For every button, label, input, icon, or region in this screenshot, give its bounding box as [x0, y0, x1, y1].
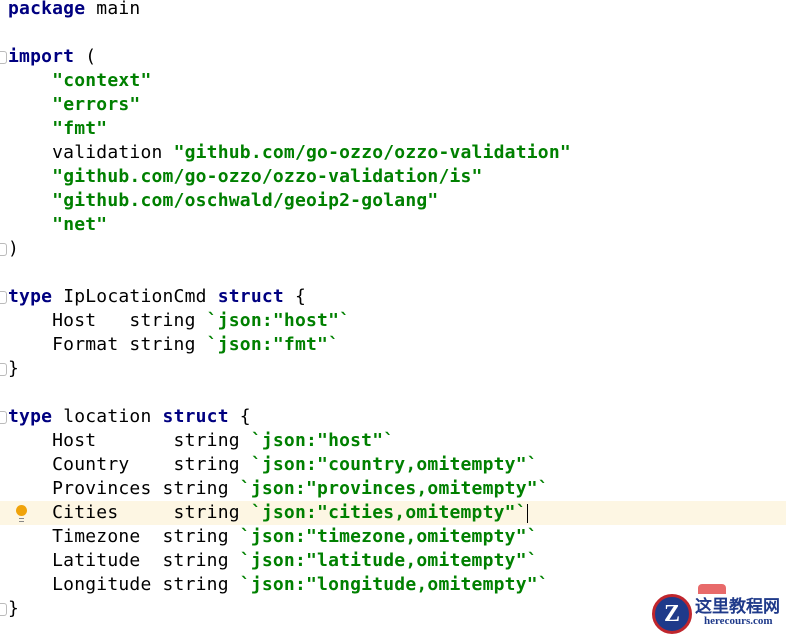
code-line[interactable]: Format string `json:"fmt"` [0, 333, 786, 357]
code-line[interactable]: package main [0, 0, 786, 21]
code-text: Latitude string [8, 550, 240, 571]
code-line[interactable] [0, 261, 786, 285]
fold-marker-icon[interactable] [0, 243, 7, 256]
code-line[interactable]: Latitude string `json:"latitude,omitempt… [0, 549, 786, 573]
code-text: location [52, 406, 163, 427]
string-literal: `json:"longitude,omitempty"` [239, 574, 549, 595]
fold-marker-icon[interactable] [0, 291, 7, 304]
code-text: } [8, 358, 20, 379]
fold-marker-icon[interactable] [0, 363, 7, 376]
code-line[interactable]: Host string `json:"host"` [0, 309, 786, 333]
code-text: IpLocationCmd [52, 286, 218, 307]
fold-marker-icon[interactable] [0, 603, 7, 616]
watermark-url: herecours.com [704, 615, 773, 627]
code-text: ( [74, 46, 97, 67]
code-text: Format string [8, 334, 207, 355]
code-editor[interactable]: package main import ( "context" "errors" … [0, 0, 786, 621]
code-line[interactable]: ) [0, 237, 786, 261]
code-text: Country string [8, 454, 251, 475]
code-text: { [283, 286, 307, 307]
code-text: Provinces string [8, 478, 240, 499]
code-line[interactable]: "context" [0, 69, 786, 93]
code-text: Host string [8, 430, 251, 451]
keyword: package [8, 0, 86, 19]
watermark-title: 这里教程网 [695, 597, 780, 616]
fold-marker-icon[interactable] [0, 411, 7, 424]
logo-z-icon: Z [652, 594, 692, 634]
string-literal: `json:"host"` [206, 310, 351, 331]
code-text: validation [8, 142, 174, 163]
string-literal: "github.com/go-ozzo/ozzo-validation" [173, 142, 571, 163]
string-literal: `json:"country,omitempty"` [250, 454, 538, 475]
code-text: Host string [8, 310, 207, 331]
string-literal: `json:"fmt"` [206, 334, 340, 355]
code-line[interactable]: "github.com/oschwald/geoip2-golang" [0, 189, 786, 213]
code-line[interactable]: Cities string `json:"cities,omitempty"` [0, 501, 786, 525]
string-literal: "net" [52, 214, 108, 235]
code-line[interactable]: "github.com/go-ozzo/ozzo-validation/is" [0, 165, 786, 189]
code-text: } [8, 598, 20, 619]
string-literal: "context" [52, 70, 152, 91]
code-line[interactable] [0, 21, 786, 45]
string-literal: `json:"host"` [250, 430, 395, 451]
watermark-logo: Z 这里教程网 herecours.com [640, 584, 786, 637]
string-literal: "github.com/go-ozzo/ozzo-validation/is" [52, 166, 483, 187]
code-line[interactable]: import ( [0, 45, 786, 69]
code-text: ) [8, 238, 20, 259]
keyword: import [8, 46, 75, 67]
string-literal: "github.com/oschwald/geoip2-golang" [52, 190, 439, 211]
string-literal: `json:"timezone,omitempty"` [239, 526, 538, 547]
code-line[interactable]: Country string `json:"country,omitempty"… [0, 453, 786, 477]
code-line[interactable]: } [0, 357, 786, 381]
code-text: Timezone string [8, 526, 240, 547]
string-literal: `json:"latitude,omitempty"` [239, 550, 538, 571]
code-line[interactable]: Host string `json:"host"` [0, 429, 786, 453]
code-line[interactable]: Provinces string `json:"provinces,omitem… [0, 477, 786, 501]
code-line[interactable]: "errors" [0, 93, 786, 117]
text-caret [526, 503, 528, 523]
string-literal: `json:"provinces,omitempty"` [239, 478, 549, 499]
code-line[interactable]: "fmt" [0, 117, 786, 141]
code-line[interactable]: validation "github.com/go-ozzo/ozzo-vali… [0, 141, 786, 165]
keyword: struct [217, 286, 284, 307]
code-line[interactable]: type IpLocationCmd struct { [0, 285, 786, 309]
code-line[interactable]: type location struct { [0, 405, 786, 429]
code-line[interactable] [0, 381, 786, 405]
code-text: Longitude string [8, 574, 240, 595]
string-literal: `json:"cities,omitempty"` [250, 502, 527, 523]
keyword: type [8, 286, 53, 307]
code-text: Cities string [8, 502, 251, 523]
code-text: main [85, 0, 141, 19]
lightbulb-icon[interactable] [16, 505, 27, 522]
code-line[interactable]: Timezone string `json:"timezone,omitempt… [0, 525, 786, 549]
string-literal: "fmt" [52, 118, 108, 139]
keyword: struct [162, 406, 229, 427]
code-text: { [228, 406, 251, 427]
string-literal: "errors" [52, 94, 141, 115]
fold-marker-icon[interactable] [0, 51, 7, 64]
code-line[interactable]: "net" [0, 213, 786, 237]
keyword: type [8, 406, 53, 427]
